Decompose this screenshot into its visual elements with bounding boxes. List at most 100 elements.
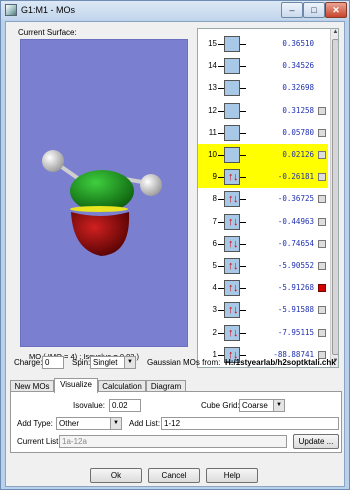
spin-select-value: Singlet <box>93 358 118 367</box>
mo-window: G1:M1 - MOs – □ ✕ Current Surface: MO (… <box>0 0 350 490</box>
mo-select-checkbox[interactable] <box>318 262 326 270</box>
dialog-body: Current Surface: MO (IMO = 4) ; Isovalu… <box>5 21 345 487</box>
mo-index: 4 <box>212 283 217 293</box>
mo-level-row[interactable]: 9 ↑ ↓ -0.26181 <box>198 166 328 189</box>
add-list-field[interactable]: 1-12 <box>161 417 339 430</box>
add-type-label: Add Type: <box>17 419 53 428</box>
mo-level-row[interactable]: 10 0.02126 <box>198 144 328 166</box>
mo-energy: -0.44963 <box>277 216 314 226</box>
spin-down-icon: ↓ <box>233 326 239 339</box>
spin-down-icon: ↓ <box>233 171 239 184</box>
mo-energy: 0.36510 <box>282 39 314 48</box>
orbital-level-box[interactable]: ↑ ↓ <box>224 258 240 274</box>
orbital-level-box[interactable]: ↑ ↓ <box>224 169 240 186</box>
mo-select-checkbox[interactable] <box>318 284 326 293</box>
mo-level-row[interactable]: 13 0.32698 <box>198 77 328 99</box>
orbital-level-box[interactable] <box>224 124 240 141</box>
orbital-level-box[interactable]: ↑ ↓ <box>224 302 240 319</box>
spin-down-icon: ↓ <box>233 304 239 317</box>
hydrogen-atom-right <box>140 174 162 196</box>
ok-button[interactable]: Ok <box>90 468 142 483</box>
mo-level-row[interactable]: 15 0.36510 <box>198 33 328 55</box>
mo-index: 13 <box>208 83 217 93</box>
mo-level-row[interactable]: 2 ↑ ↓ -7.95115 <box>198 322 328 344</box>
mo-index: 3 <box>212 305 217 315</box>
isovalue-field[interactable]: 0.02 <box>109 399 141 412</box>
mo-select-checkbox[interactable] <box>318 151 326 159</box>
spin-label: Spin: <box>72 358 91 367</box>
orbital-level-box[interactable]: ↑ ↓ <box>224 324 240 341</box>
add-list-label: Add List: <box>129 419 161 428</box>
spin-down-icon: ↓ <box>233 282 239 295</box>
visualize-panel: Isovalue: 0.02 Cube Grid: Coarse ▼ Add T… <box>10 391 342 453</box>
mo-select-checkbox[interactable] <box>318 217 326 226</box>
sulfur-atom <box>70 206 128 212</box>
spin-down-icon: ↓ <box>233 193 239 206</box>
close-button[interactable]: ✕ <box>325 2 347 18</box>
mo-select-checkbox[interactable] <box>318 173 326 182</box>
mo-select-checkbox[interactable] <box>318 128 326 137</box>
orbital-level-box[interactable]: ↑ ↓ <box>224 280 240 297</box>
mo-select-checkbox[interactable] <box>318 328 326 337</box>
mo-index: 11 <box>208 127 217 137</box>
orbital-level-box[interactable] <box>224 36 240 52</box>
mo-level-row[interactable]: 4 ↑ ↓ -5.91268 <box>198 277 328 299</box>
mo-energy: -0.74654 <box>277 238 314 248</box>
charge-field[interactable]: 0 <box>42 356 64 369</box>
orbital-level-box[interactable] <box>224 58 240 75</box>
mo-level-row[interactable]: 3 ↑ ↓ -5.91588 <box>198 299 328 321</box>
orbital-lobe-negative <box>71 212 130 256</box>
title-bar[interactable]: G1:M1 - MOs – □ ✕ <box>1 1 349 20</box>
spin-down-icon: ↓ <box>233 237 239 250</box>
update-button[interactable]: Update ... <box>293 434 339 449</box>
minimize-button[interactable]: – <box>281 2 303 18</box>
mo-level-row[interactable]: 14 0.34526 <box>198 55 328 77</box>
mo-level-row[interactable]: 12 0.31258 <box>198 100 328 122</box>
molecule-render <box>42 150 162 256</box>
mo-energy: -5.91268 <box>277 283 314 293</box>
chevron-down-icon: ▼ <box>110 418 121 429</box>
orbital-lobe-positive <box>70 170 134 212</box>
spin-select[interactable]: Singlet ▼ <box>90 356 136 369</box>
molecule-viewport[interactable]: MO ( IMO = 4) ; Isovalue = 0.02 ) <box>20 39 188 361</box>
mo-level-row[interactable]: 7 ↑ ↓ -0.44963 <box>198 211 328 233</box>
mo-level-row[interactable]: 5 ↑ ↓ -5.90552 <box>198 255 328 277</box>
mo-index: 12 <box>208 105 217 115</box>
mo-scrollbar[interactable]: ▲ ▼ <box>330 29 338 367</box>
current-list-label: Current List: <box>17 437 61 446</box>
current-surface-label: Current Surface: <box>18 28 77 37</box>
mo-select-checkbox[interactable] <box>318 306 326 315</box>
add-type-select[interactable]: Other ▼ <box>56 417 122 430</box>
orbital-level-box[interactable]: ↑ ↓ <box>224 213 240 230</box>
spin-down-icon: ↓ <box>233 260 239 272</box>
charge-spin-row: Charge: 0 Spin: Singlet ▼ Gaussian MOs f… <box>6 355 346 373</box>
isovalue-label: Isovalue: <box>73 401 106 410</box>
scroll-up-icon[interactable]: ▲ <box>332 29 338 37</box>
mo-level-row[interactable]: 6 ↑ ↓ -0.74654 <box>198 233 328 255</box>
orbital-level-box[interactable]: ↑ ↓ <box>224 191 240 208</box>
orbital-level-box[interactable] <box>224 147 240 163</box>
gaussian-source-path: H:/1styearlab/h2soptktali.chk <box>225 358 336 367</box>
mo-level-row[interactable]: 8 ↑ ↓ -0.36725 <box>198 188 328 210</box>
orbital-level-box[interactable] <box>224 80 240 97</box>
orbital-level-box[interactable]: ↑ ↓ <box>224 235 240 252</box>
help-button[interactable]: Help <box>206 468 258 483</box>
mo-select-checkbox[interactable] <box>318 106 326 115</box>
cube-grid-label: Cube Grid: <box>201 401 240 410</box>
mo-select-checkbox[interactable] <box>318 239 326 248</box>
cube-grid-select[interactable]: Coarse ▼ <box>239 399 285 412</box>
mo-index: 6 <box>212 238 217 248</box>
mo-select-checkbox[interactable] <box>318 195 326 204</box>
mo-level-row[interactable]: 11 0.05780 <box>198 122 328 144</box>
orbital-level-box[interactable] <box>224 102 240 119</box>
tab-visualize[interactable]: Visualize <box>54 378 98 393</box>
add-type-value: Other <box>59 419 80 428</box>
mo-energy: 0.31258 <box>282 105 314 115</box>
mo-energy: 0.32698 <box>282 83 314 93</box>
scrollbar-thumb[interactable] <box>332 39 338 355</box>
mo-energy-list[interactable]: 15 0.36510 14 0.34526 13 0.32698 12 0.31258 11 0.… <box>197 28 339 368</box>
charge-label: Charge: <box>14 358 43 367</box>
cube-grid-value: Coarse <box>242 401 268 410</box>
maximize-button[interactable]: □ <box>303 2 325 18</box>
cancel-button[interactable]: Cancel <box>148 468 200 483</box>
